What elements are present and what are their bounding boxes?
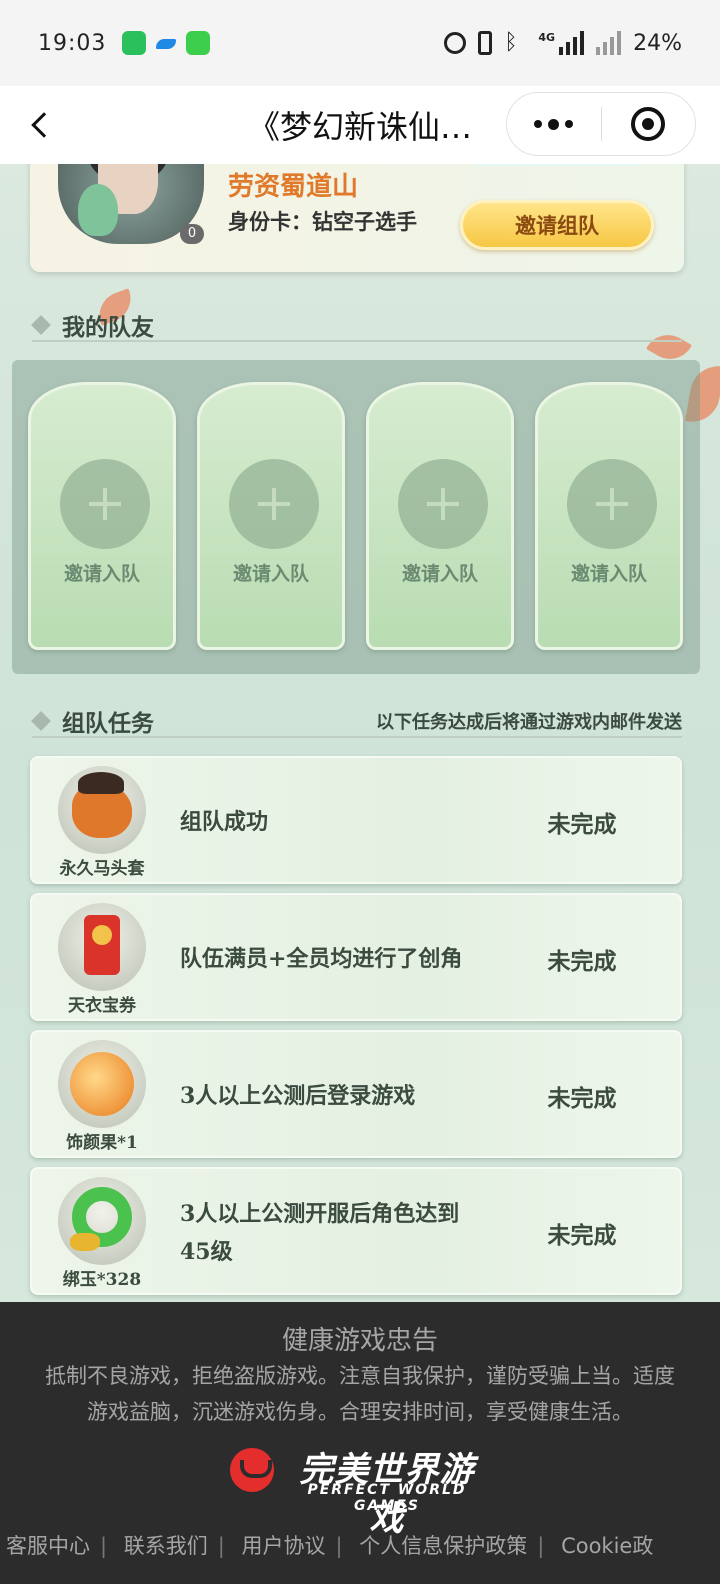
invite-slot[interactable]: 邀请入队: [197, 382, 345, 650]
status-time: 19:03: [38, 30, 107, 56]
plus-icon: [567, 459, 657, 549]
reward-label: 天衣宝券: [68, 996, 136, 1016]
tasks-header: 组队任务 以下任务达成后将通过游戏内邮件发送: [31, 704, 682, 738]
section-divider: [32, 736, 682, 738]
bird-app-icon: [154, 31, 178, 55]
reward-label: 永久马头套: [59, 859, 145, 879]
message-app-icon: [186, 31, 211, 55]
page-title: 《梦幻新诛仙…: [248, 108, 473, 146]
plus-icon: [60, 459, 150, 549]
task-card: 永久马头套 组队成功 未完成: [30, 756, 682, 884]
plus-icon: [398, 459, 488, 549]
close-miniprogram-button[interactable]: [602, 92, 696, 156]
invite-slot[interactable]: 邀请入队: [535, 382, 683, 650]
status-indicators: ᛒ 4G 24%: [444, 31, 682, 56]
fruit-orb-icon: [58, 1040, 146, 1128]
task-card: 绑玉*328 3人以上公测开服后角色达到45级 未完成: [30, 1167, 682, 1295]
wechat-icon: [122, 31, 147, 55]
task-status: 未完成: [547, 1085, 617, 1112]
section-divider: [32, 340, 682, 342]
task-description: 队伍满员+全员均进行了创角: [180, 946, 463, 972]
ticket-icon: [58, 903, 146, 991]
back-button[interactable]: [14, 86, 74, 164]
avatar-badge: 0: [180, 224, 204, 244]
chevron-left-icon: [31, 112, 57, 138]
invite-slot-label: 邀请入队: [401, 563, 478, 585]
more-button[interactable]: [507, 92, 601, 156]
brand-logo: 完美世界游戏 PERFECT WORLD GAMES: [230, 1442, 490, 1539]
id-card-text: 身份卡：钻空子选手: [228, 209, 417, 234]
perfect-world-logo-icon: [230, 1448, 274, 1492]
health-advice-line: 游戏益脑，沉迷游戏伤身。合理安排时间，享受健康生活。: [87, 1400, 633, 1424]
signal-icon: [559, 31, 585, 55]
footer-links: 客服中心 | 联系我们 | 用户协议 | 个人信息保护政策 | Cookie政: [6, 1534, 654, 1558]
vibrate-icon: [478, 31, 493, 55]
invite-team-button[interactable]: 邀请组队: [460, 200, 654, 250]
task-status: 未完成: [547, 811, 617, 838]
task-status: 未完成: [547, 1222, 617, 1249]
link-customer-service[interactable]: 客服中心: [6, 1534, 90, 1558]
network-type: 4G: [538, 30, 556, 44]
diamond-icon: [31, 315, 51, 335]
task-status: 未完成: [547, 948, 617, 975]
footer: 健康游戏忠告 抵制不良游戏，拒绝盗版游戏。注意自我保护，谨防受骗上当。适度 游戏…: [0, 1302, 720, 1584]
task-card: 饰颜果*1 3人以上公测后登录游戏 未完成: [30, 1030, 682, 1158]
teammates-header: 我的队友: [31, 308, 682, 342]
task-description: 组队成功: [180, 809, 269, 835]
miniprogram-capsule: [506, 92, 696, 156]
health-advice-body: 抵制不良游戏，拒绝盗版游戏。注意自我保护，谨防受骗上当。适度 游戏益脑，沉迷游戏…: [0, 1358, 720, 1430]
teammates-title: 我的队友: [62, 314, 154, 341]
profile-top-button[interactable]: [462, 164, 652, 166]
invite-slot-label: 邀请入队: [232, 563, 309, 585]
signal-2-icon: [596, 31, 622, 55]
player-name: 劳资蜀道山: [228, 172, 359, 202]
link-privacy-policy[interactable]: 个人信息保护政策: [359, 1534, 527, 1558]
diamond-icon: [31, 711, 51, 731]
status-bar: 19:03 ᛒ 4G 24%: [0, 0, 720, 86]
invite-slot[interactable]: 邀请入队: [28, 382, 176, 650]
invite-slot[interactable]: 邀请入队: [366, 382, 514, 650]
reward-label: 绑玉*328: [62, 1270, 142, 1290]
profile-card: 0 劳资蜀道山 身份卡：钻空子选手 邀请组队: [30, 164, 684, 272]
battery-level: 24%: [633, 30, 682, 56]
plus-icon: [229, 459, 319, 549]
link-contact-us[interactable]: 联系我们: [124, 1534, 208, 1558]
main-content[interactable]: 0 劳资蜀道山 身份卡：钻空子选手 邀请组队 我的队友 邀请入队 邀请入队 邀请…: [0, 164, 720, 1302]
bluetooth-icon: ᛒ: [504, 30, 518, 55]
link-user-agreement[interactable]: 用户协议: [242, 1534, 326, 1558]
jade-icon: [58, 1177, 146, 1265]
task-description: 3人以上公测开服后角色达到45级: [180, 1201, 460, 1265]
invite-slot-label: 邀请入队: [63, 563, 140, 585]
health-advice-line: 抵制不良游戏，拒绝盗版游戏。注意自我保护，谨防受骗上当。适度: [45, 1364, 675, 1388]
brand-name-en: PERFECT WORLD GAMES: [307, 1482, 467, 1514]
nav-bar: 《梦幻新诛仙…: [0, 86, 720, 164]
horse-head-icon: [58, 766, 146, 854]
task-card: 天衣宝券 队伍满员+全员均进行了创角 未完成: [30, 893, 682, 1021]
health-advice-title: 健康游戏忠告: [281, 1326, 438, 1356]
tasks-note: 以下任务达成后将通过游戏内邮件发送: [376, 712, 682, 733]
task-description: 3人以上公测后登录游戏: [180, 1083, 416, 1109]
alarm-icon: [444, 32, 467, 54]
target-icon: [631, 107, 666, 141]
invite-slot-label: 邀请入队: [570, 563, 647, 585]
link-cookie-policy[interactable]: Cookie政: [561, 1534, 653, 1558]
tasks-title: 组队任务: [62, 710, 154, 737]
reward-label: 饰颜果*1: [66, 1133, 138, 1153]
